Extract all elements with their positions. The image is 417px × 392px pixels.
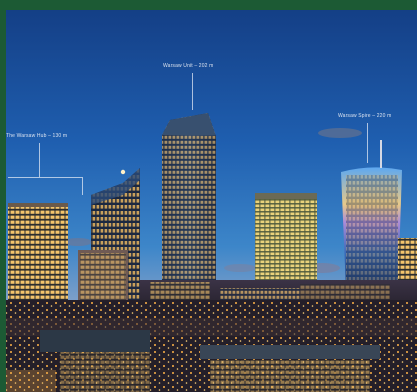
warsaw-unit-callout: Warsaw Unit – 202 m (163, 63, 214, 69)
unit-callout-line (192, 73, 193, 110)
left-office-tower (8, 203, 68, 303)
warsaw-spire-callout: Warsaw Spire – 220 m (338, 113, 392, 119)
hub-callout-line (39, 143, 40, 177)
hub-callout-bracket (8, 177, 82, 178)
cloud (318, 128, 362, 138)
yellow-office-tower (255, 193, 317, 293)
skyline-photo-frame: Warsaw Unit – 202 m The Warsaw Hub – 130… (0, 0, 417, 392)
foreground-roof (200, 345, 380, 359)
spire-callout-line (367, 123, 368, 163)
hub-callout-bracket-drop (82, 177, 83, 195)
spire-antenna (380, 140, 382, 168)
cloud (224, 264, 256, 272)
cloud (64, 238, 92, 246)
hub-rooftop-light (120, 169, 126, 175)
warsaw-skyline-photo (0, 0, 417, 392)
foreground-roof (40, 330, 150, 352)
the-warsaw-hub-callout: The Warsaw Hub – 130 m (6, 133, 68, 139)
